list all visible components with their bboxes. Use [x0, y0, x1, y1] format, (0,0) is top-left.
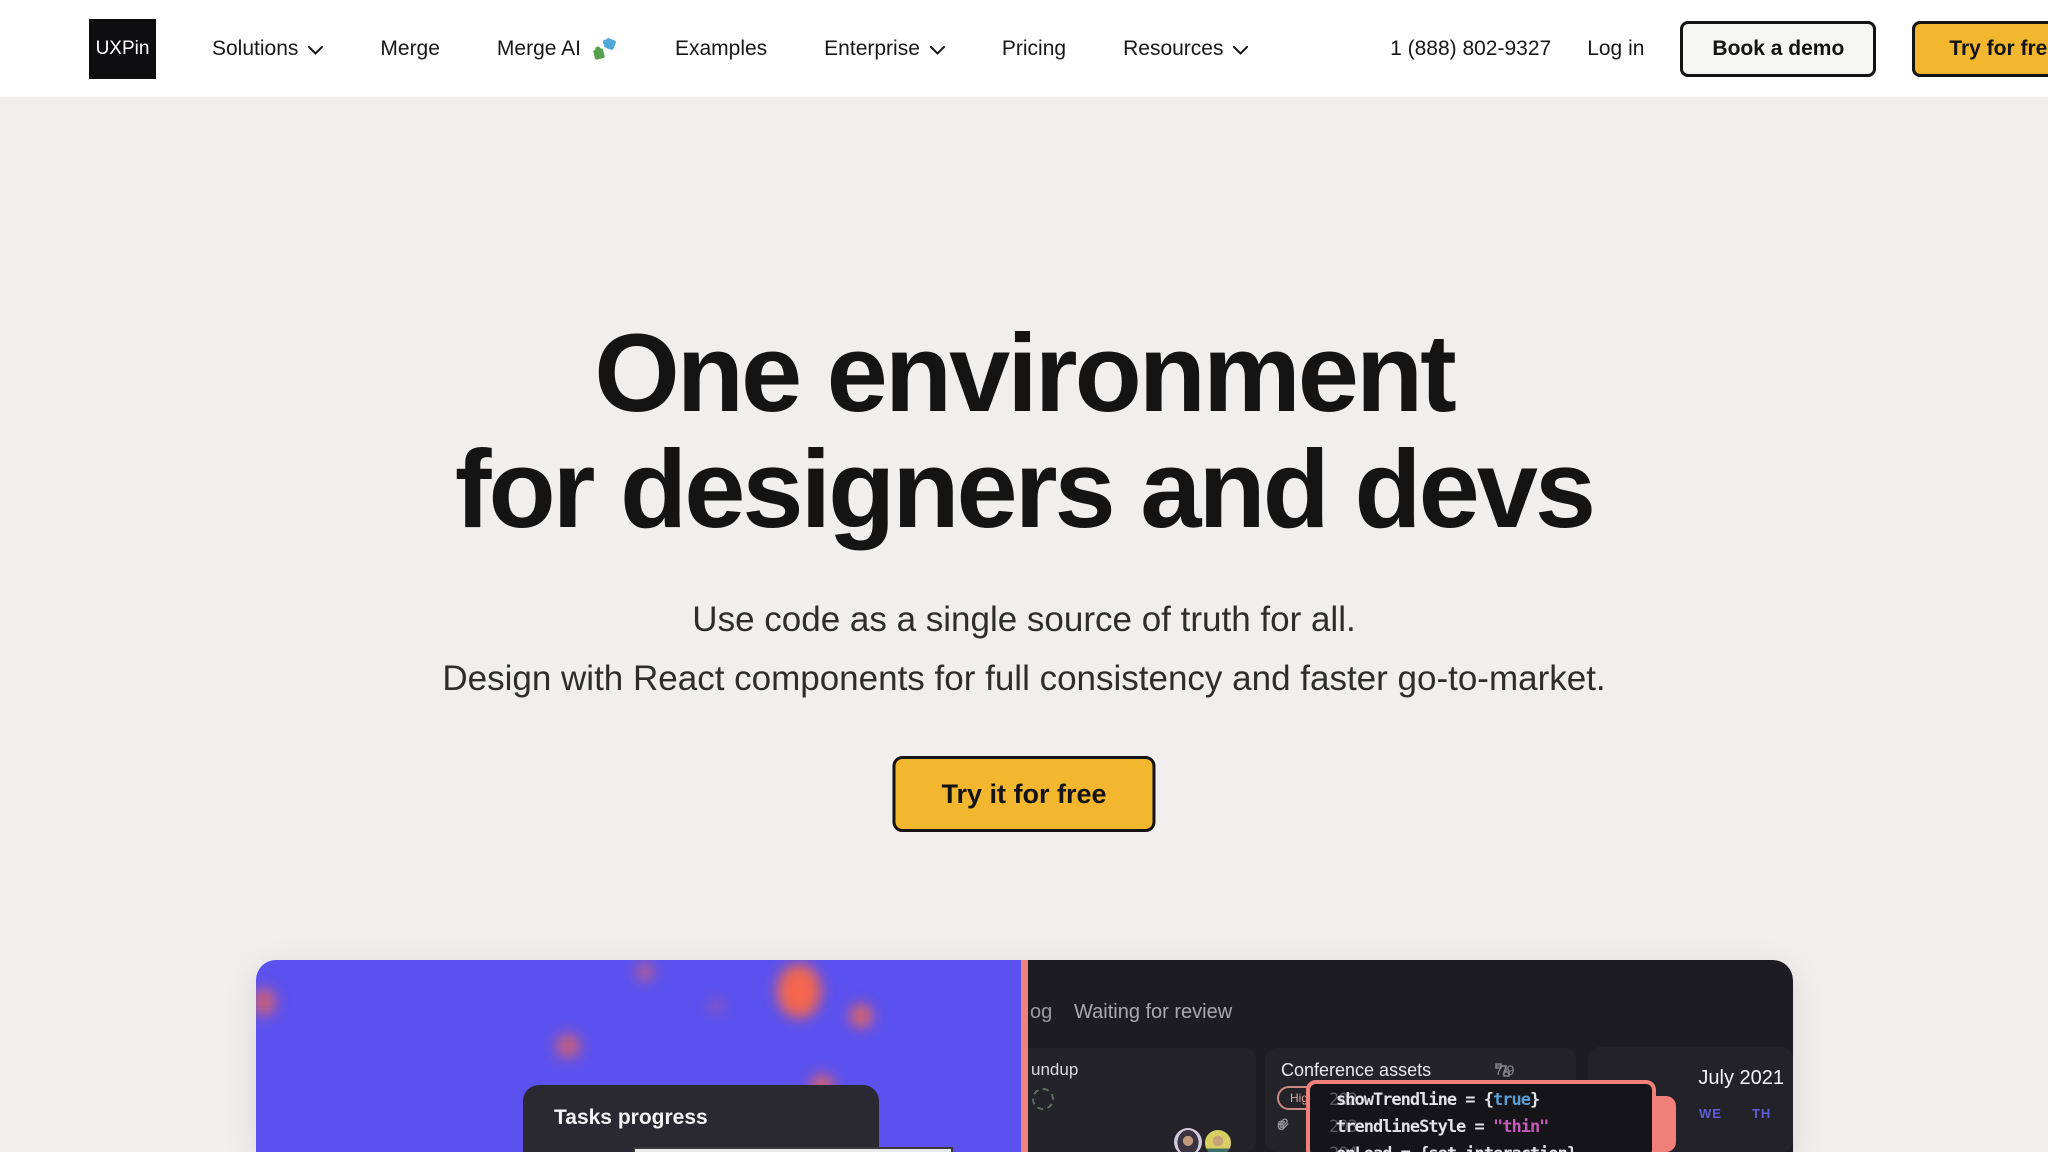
calendar-day-we: WE: [1699, 1106, 1722, 1121]
top-nav: UXPin Solutions Merge Merge AI Ex: [0, 0, 2048, 97]
book-demo-button[interactable]: Book a demo: [1680, 21, 1876, 77]
nav-right-group: 1 (888) 802-9327 Log in Book a demo Try …: [1390, 21, 2048, 77]
chevron-down-icon: [1233, 46, 1248, 55]
hero-subtitle-line2: Design with React components for full co…: [442, 659, 1605, 698]
conference-assets-title: Conference assets: [1281, 1060, 1431, 1081]
hero-subtitle-line1: Use code as a single source of truth for…: [692, 600, 1355, 639]
uxpin-logo[interactable]: UXPin: [89, 19, 156, 79]
nav-item-enterprise[interactable]: Enterprise: [824, 37, 945, 61]
orange-blob: [256, 988, 276, 1016]
nav-item-solutions[interactable]: Solutions: [212, 37, 323, 61]
app-preview-image: Tasks progress og Waiting for review und…: [256, 960, 1793, 1152]
chevron-down-icon: [308, 46, 323, 55]
orange-blob: [637, 964, 653, 980]
board-card-roundup: undup: [1028, 1048, 1256, 1152]
tasks-progress-card: Tasks progress: [523, 1085, 879, 1152]
nav-item-pricing[interactable]: Pricing: [1002, 37, 1066, 61]
code-line: 202 showTrendline = {true}: [1310, 1087, 1652, 1114]
avatar: [1174, 1128, 1202, 1152]
code-editor-overlay: 202 showTrendline = {true} 203 trendline…: [1306, 1080, 1656, 1152]
nav-item-examples[interactable]: Examples: [675, 37, 767, 61]
code-line: 203 trendlineStyle = "thin": [1310, 1114, 1652, 1141]
task-progress-count: 7/9: [1495, 1063, 1510, 1077]
kanban-board-panel: og Waiting for review undup Conference a…: [1028, 960, 1793, 1152]
hero-subtitle: Use code as a single source of truth for…: [0, 590, 2048, 708]
phone-link[interactable]: 1 (888) 802-9327: [1390, 37, 1551, 61]
panel-divider: [1021, 960, 1028, 1152]
hero-title-line2: for designers and devs: [0, 432, 2048, 548]
uxpin-logo-text: UXPin: [96, 38, 150, 60]
hero-title-line1: One environment: [0, 316, 2048, 432]
orange-blob: [850, 1004, 872, 1028]
chevron-down-icon: [930, 46, 945, 55]
board-tab-waiting-for-review: Waiting for review: [1074, 1001, 1232, 1024]
calendar-day-th: TH: [1752, 1106, 1771, 1121]
nav-item-resources[interactable]: Resources: [1123, 37, 1248, 61]
calendar-day-headers: WE TH: [1699, 1106, 1771, 1121]
try-for-free-button[interactable]: Try for free: [1912, 21, 2048, 77]
nav-item-merge-ai[interactable]: Merge AI: [497, 36, 618, 62]
nav-links: Solutions Merge Merge AI Examples E: [212, 36, 1248, 62]
login-link[interactable]: Log in: [1587, 37, 1644, 61]
orange-blob: [710, 1000, 722, 1012]
status-circle-icon: [1032, 1088, 1054, 1110]
avatar: [1203, 1128, 1233, 1152]
board-tab-partial: og: [1030, 1001, 1052, 1024]
hero-title: One environment for designers and devs: [0, 316, 2048, 548]
board-card-roundup-title: undup: [1031, 1060, 1078, 1080]
try-it-for-free-button[interactable]: Try it for free: [892, 756, 1155, 832]
tasks-progress-title: Tasks progress: [554, 1106, 708, 1130]
orange-blob: [556, 1034, 580, 1058]
progress-bar: [633, 1147, 953, 1152]
calendar-month-label: July 2021: [1698, 1067, 1784, 1090]
orange-blob: [777, 964, 821, 1018]
nav-item-merge[interactable]: Merge: [380, 37, 440, 61]
puzzle-icon: [591, 36, 618, 62]
code-line: 204 onLoad = {set interaction}: [1310, 1141, 1652, 1152]
attachment-count: 6: [1277, 1118, 1290, 1132]
